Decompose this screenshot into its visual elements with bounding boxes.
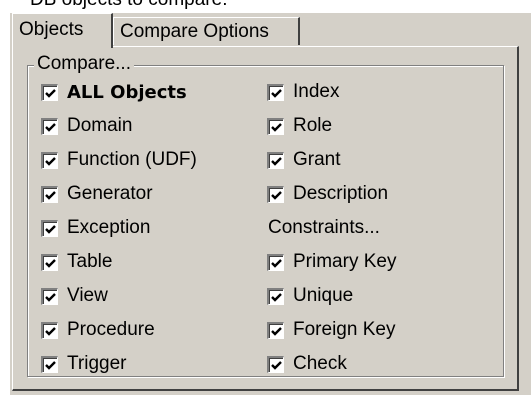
checkbox-checked-icon[interactable] xyxy=(267,321,284,339)
checkbox-label: Table xyxy=(67,251,113,272)
checkbox-label: View xyxy=(67,285,108,306)
compare-groupbox: Compare... ALL Objects Domain Function (… xyxy=(27,53,504,377)
checkbox-table[interactable]: Table xyxy=(41,250,112,274)
checkbox-label: Index xyxy=(293,81,340,102)
header-text: DB objects to compare: xyxy=(30,0,227,11)
checkbox-label: Trigger xyxy=(67,353,127,374)
checkbox-description[interactable]: Description xyxy=(267,182,388,206)
checkbox-checked-icon[interactable] xyxy=(267,355,284,373)
checkbox-procedure[interactable]: Procedure xyxy=(41,318,155,342)
checkbox-checked-icon[interactable] xyxy=(41,151,58,169)
checkbox-unique[interactable]: Unique xyxy=(267,284,353,308)
checkbox-label: Check xyxy=(293,353,347,374)
checkbox-label: Primary Key xyxy=(293,251,397,272)
checkbox-function-udf[interactable]: Function (UDF) xyxy=(41,148,197,172)
compare-dialog: Objects Compare Options Compare... ALL O… xyxy=(10,13,531,395)
checkbox-domain[interactable]: Domain xyxy=(41,114,132,138)
tab-compare-options[interactable]: Compare Options xyxy=(113,17,300,45)
checkbox-primary-key[interactable]: Primary Key xyxy=(267,250,396,274)
checkbox-label: Function (UDF) xyxy=(67,149,197,170)
checkbox-check[interactable]: Check xyxy=(267,352,347,376)
checkbox-label: Domain xyxy=(67,115,133,136)
checkbox-grant[interactable]: Grant xyxy=(267,148,341,172)
checkbox-all-objects[interactable]: ALL Objects xyxy=(41,80,187,104)
checkbox-label: Role xyxy=(293,115,333,136)
checkbox-checked-icon[interactable] xyxy=(267,151,284,169)
tab-objects[interactable]: Objects xyxy=(12,13,113,48)
checkbox-label: Exception xyxy=(67,217,151,238)
objects-panel: Compare... ALL Objects Domain Function (… xyxy=(12,46,519,391)
checkbox-checked-icon[interactable] xyxy=(41,321,58,339)
checkbox-checked-icon[interactable] xyxy=(267,117,284,135)
checkbox-checked-icon[interactable] xyxy=(41,355,58,373)
checkbox-checked-icon[interactable] xyxy=(267,185,284,203)
checkbox-checked-icon[interactable] xyxy=(267,287,284,305)
checkbox-checked-icon[interactable] xyxy=(41,253,58,271)
checkbox-generator[interactable]: Generator xyxy=(41,182,153,206)
checkbox-checked-icon[interactable] xyxy=(267,253,284,271)
checkbox-label: Grant xyxy=(293,149,341,170)
checkbox-checked-icon[interactable] xyxy=(41,185,58,203)
checkbox-label: ALL Objects xyxy=(67,81,187,103)
checkbox-index[interactable]: Index xyxy=(267,80,339,104)
checkbox-label: Procedure xyxy=(67,319,155,340)
checkbox-label: Generator xyxy=(67,183,153,204)
checkbox-checked-icon[interactable] xyxy=(41,287,58,305)
checkbox-role[interactable]: Role xyxy=(267,114,332,138)
checkbox-label: Description xyxy=(293,183,389,204)
checkbox-foreign-key[interactable]: Foreign Key xyxy=(267,318,395,342)
checkbox-exception[interactable]: Exception xyxy=(41,216,150,240)
checkbox-label: Foreign Key xyxy=(293,319,396,340)
checkbox-checked-icon[interactable] xyxy=(41,83,58,101)
checkbox-checked-icon[interactable] xyxy=(267,83,284,101)
checkbox-checked-icon[interactable] xyxy=(41,219,58,237)
checkbox-view[interactable]: View xyxy=(41,284,108,308)
group-caption: Compare... xyxy=(34,53,134,75)
constraints-label: Constraints... xyxy=(268,217,380,238)
checkbox-label: Unique xyxy=(293,285,354,306)
checkbox-trigger[interactable]: Trigger xyxy=(41,352,126,376)
checkbox-checked-icon[interactable] xyxy=(41,117,58,135)
